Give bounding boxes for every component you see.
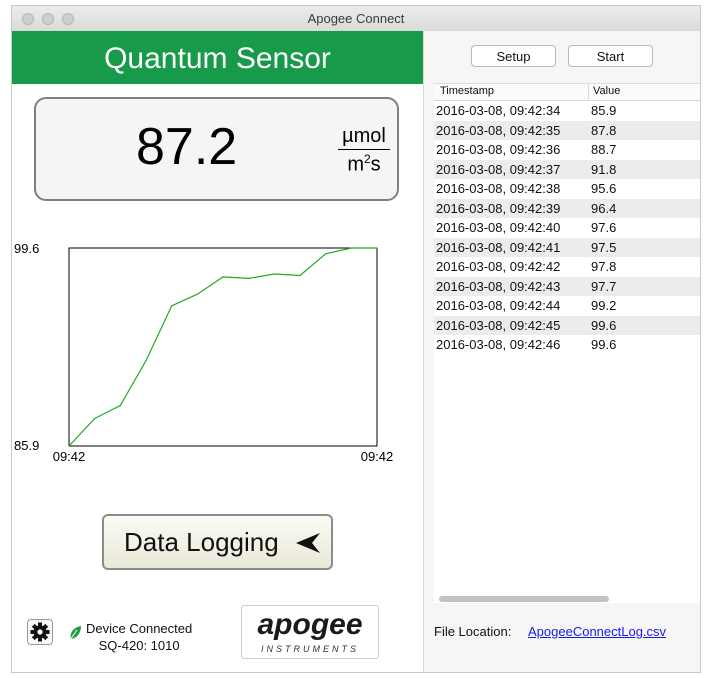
cell-value: 85.9 bbox=[591, 103, 617, 118]
horizontal-scrollbar[interactable] bbox=[434, 593, 700, 603]
scrollbar-thumb[interactable] bbox=[439, 596, 609, 602]
log-pane: Setup Start Timestamp Value 2016-03-08, … bbox=[424, 31, 700, 672]
data-point bbox=[248, 277, 250, 279]
logo-wordmark: apogee bbox=[257, 608, 363, 641]
x-start-label: 09:42 bbox=[53, 449, 86, 464]
settings-gear-button[interactable] bbox=[27, 619, 53, 645]
y-max-label: 99.6 bbox=[14, 241, 39, 256]
table-row[interactable]: 2016-03-08, 09:42:42 97.8 bbox=[434, 257, 700, 276]
file-location-label: File Location: bbox=[434, 624, 512, 639]
cell-value: 87.8 bbox=[591, 122, 617, 138]
table-row[interactable]: 2016-03-08, 09:42:37 91.8 bbox=[434, 159, 700, 179]
table-row[interactable]: 2016-03-08, 09:42:35 87.8 bbox=[434, 120, 700, 140]
cell-value: 96.4 bbox=[591, 200, 617, 216]
reading-value: 87.2 bbox=[136, 118, 238, 176]
data-point bbox=[68, 445, 70, 447]
table-row[interactable]: 2016-03-08, 09:42:45 99.6 bbox=[434, 315, 700, 335]
unit-exponent: 2 bbox=[363, 152, 371, 166]
cell-value: 97.8 bbox=[591, 259, 617, 274]
x-end-label: 09:42 bbox=[361, 449, 394, 464]
app-window: Apogee Connect Quantum Sensor 87.2 µmol … bbox=[11, 5, 701, 673]
table-row[interactable]: 2016-03-08, 09:42:38 95.6 bbox=[434, 179, 700, 198]
unit-numerator: µmol bbox=[342, 125, 386, 147]
cell-value: 99.6 bbox=[591, 317, 617, 333]
reading-chart: 99.6 85.9 09:42 09:42 bbox=[14, 241, 394, 464]
cell-timestamp: 2016-03-08, 09:42:42 bbox=[436, 259, 561, 274]
cell-timestamp: 2016-03-08, 09:42:40 bbox=[436, 220, 561, 235]
data-point bbox=[299, 274, 301, 277]
column-header-value[interactable]: Value bbox=[593, 85, 620, 97]
device-status-text: Device Connected bbox=[86, 621, 193, 636]
title-bar: Apogee Connect bbox=[12, 6, 700, 32]
plot-area bbox=[68, 247, 378, 447]
cell-value: 91.8 bbox=[591, 161, 617, 177]
apogee-logo: apogee INSTRUMENTS bbox=[241, 605, 379, 659]
cell-timestamp: 2016-03-08, 09:42:39 bbox=[436, 200, 561, 216]
data-logging-label: Data Logging bbox=[124, 527, 279, 557]
setup-button[interactable]: Setup bbox=[471, 45, 556, 67]
data-point bbox=[119, 404, 121, 407]
sensor-pane: Quantum Sensor 87.2 µmol m2s 99.6 85.9 09:… bbox=[12, 31, 423, 672]
cell-value: 99.2 bbox=[591, 298, 617, 313]
cell-timestamp: 2016-03-08, 09:42:46 bbox=[436, 337, 561, 352]
cell-timestamp: 2016-03-08, 09:42:35 bbox=[436, 122, 561, 138]
file-location-link[interactable]: ApogeeConnectLog.csv bbox=[528, 624, 666, 639]
cell-timestamp: 2016-03-08, 09:42:37 bbox=[436, 161, 561, 177]
table-row[interactable]: 2016-03-08, 09:42:40 97.6 bbox=[434, 218, 700, 237]
table-row[interactable]: 2016-03-08, 09:42:46 99.6 bbox=[434, 335, 700, 354]
y-min-label: 85.9 bbox=[14, 438, 39, 453]
data-point bbox=[94, 417, 96, 420]
data-point bbox=[196, 293, 198, 295]
sensor-title: Quantum Sensor bbox=[12, 31, 423, 84]
table-row[interactable]: 2016-03-08, 09:42:39 96.4 bbox=[434, 198, 700, 218]
cell-timestamp: 2016-03-08, 09:42:36 bbox=[436, 142, 561, 157]
reading-unit: µmol m2s bbox=[336, 125, 392, 177]
data-point bbox=[350, 247, 352, 249]
cell-value: 88.7 bbox=[591, 142, 617, 157]
logo-subtitle: INSTRUMENTS bbox=[261, 644, 359, 654]
column-header-timestamp[interactable]: Timestamp bbox=[440, 85, 494, 97]
cell-value: 95.6 bbox=[591, 181, 617, 196]
data-point bbox=[376, 247, 378, 249]
cell-value: 97.7 bbox=[591, 278, 617, 294]
data-point bbox=[171, 305, 173, 307]
table-row[interactable]: 2016-03-08, 09:42:43 97.7 bbox=[434, 276, 700, 296]
start-button[interactable]: Start bbox=[568, 45, 653, 67]
table-row[interactable]: 2016-03-08, 09:42:41 97.5 bbox=[434, 237, 700, 257]
arrow-left-icon bbox=[296, 533, 320, 553]
table-row[interactable]: 2016-03-08, 09:42:34 85.9 bbox=[434, 101, 700, 120]
cell-timestamp: 2016-03-08, 09:42:38 bbox=[436, 181, 561, 196]
table-row[interactable]: 2016-03-08, 09:42:36 88.7 bbox=[434, 140, 700, 159]
data-point bbox=[222, 276, 224, 278]
log-table: Timestamp Value 2016-03-08, 09:42:34 85.9… bbox=[434, 83, 700, 594]
data-point bbox=[145, 360, 147, 362]
device-status: Device Connected SQ-420: 1010 bbox=[86, 620, 192, 654]
window-title: Apogee Connect bbox=[307, 11, 405, 26]
table-header: Timestamp Value bbox=[434, 84, 700, 101]
unit-base: m bbox=[347, 153, 364, 176]
table-row[interactable]: 2016-03-08, 09:42:44 99.2 bbox=[434, 296, 700, 315]
data-logging-button[interactable]: Data Logging bbox=[102, 514, 333, 570]
device-model: SQ-420: 1010 bbox=[98, 638, 180, 653]
unit-denominator: m2s bbox=[336, 150, 392, 177]
reading-display: 87.2 µmol m2s bbox=[34, 97, 399, 201]
column-separator bbox=[588, 84, 589, 100]
cell-value: 99.6 bbox=[591, 337, 617, 352]
data-point bbox=[273, 273, 275, 275]
cell-value: 97.5 bbox=[591, 239, 617, 255]
cell-timestamp: 2016-03-08, 09:42:41 bbox=[436, 239, 561, 255]
cell-timestamp: 2016-03-08, 09:42:45 bbox=[436, 317, 561, 333]
cell-timestamp: 2016-03-08, 09:42:44 bbox=[436, 298, 561, 313]
unit-tail: s bbox=[370, 153, 381, 176]
leaf-status-icon bbox=[69, 626, 81, 641]
gear-icon bbox=[30, 622, 50, 642]
data-point bbox=[325, 253, 327, 255]
cell-timestamp: 2016-03-08, 09:42:34 bbox=[436, 103, 561, 118]
cell-value: 97.6 bbox=[591, 220, 617, 235]
cell-timestamp: 2016-03-08, 09:42:43 bbox=[436, 278, 561, 294]
